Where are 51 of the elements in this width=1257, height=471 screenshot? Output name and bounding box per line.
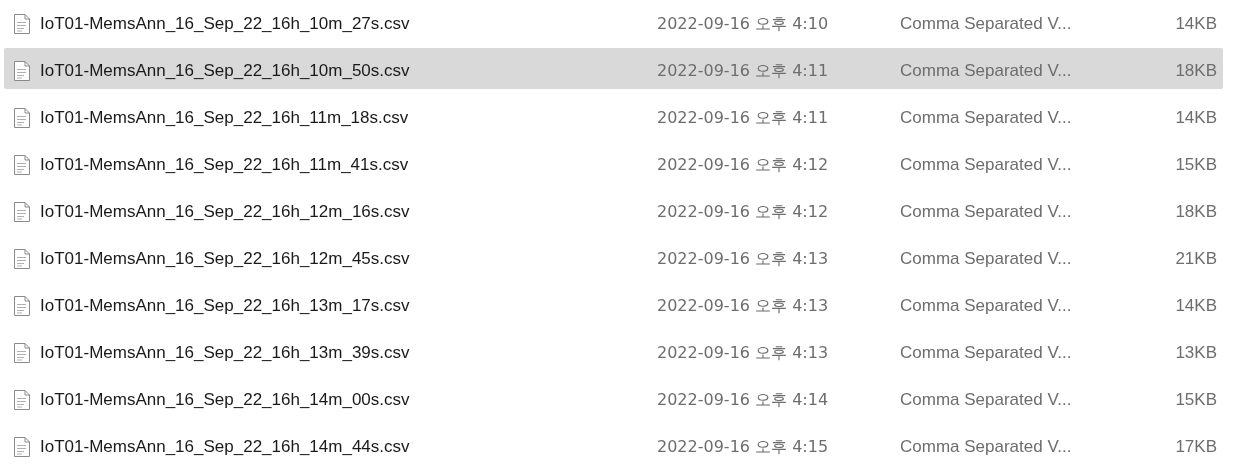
file-size: 17KB <box>1174 436 1217 459</box>
file-size: 21KB <box>1174 248 1217 271</box>
file-size: 18KB <box>1174 201 1217 224</box>
file-name: IoT01-MemsAnn_16_Sep_22_16h_11m_18s.csv <box>40 107 410 130</box>
file-size: 14KB <box>1174 295 1217 318</box>
modified-date: 2022-09-16 오후 4:11 <box>657 60 830 82</box>
file-type: Comma Separated V... <box>900 389 1073 412</box>
file-name: IoT01-MemsAnn_16_Sep_22_16h_10m_27s.csv <box>40 13 411 36</box>
file-name: IoT01-MemsAnn_16_Sep_22_16h_12m_16s.csv <box>40 201 411 224</box>
file-size: 13KB <box>1174 342 1217 365</box>
file-name: IoT01-MemsAnn_16_Sep_22_16h_14m_00s.csv <box>40 389 411 412</box>
file-size: 18KB <box>1174 60 1217 83</box>
document-icon <box>13 201 31 223</box>
file-size: 15KB <box>1174 389 1217 412</box>
document-icon <box>13 60 31 82</box>
file-size: 14KB <box>1174 13 1217 36</box>
file-name: IoT01-MemsAnn_16_Sep_22_16h_13m_39s.csv <box>40 342 411 365</box>
modified-date: 2022-09-16 오후 4:10 <box>657 13 830 35</box>
file-type: Comma Separated V... <box>900 13 1073 36</box>
file-type: Comma Separated V... <box>900 295 1073 318</box>
file-type: Comma Separated V... <box>900 107 1073 130</box>
document-icon <box>13 436 31 458</box>
modified-date: 2022-09-16 오후 4:14 <box>657 389 830 411</box>
file-type: Comma Separated V... <box>900 154 1073 177</box>
file-type: Comma Separated V... <box>900 201 1073 224</box>
modified-date: 2022-09-16 오후 4:13 <box>657 342 830 364</box>
document-icon <box>13 295 31 317</box>
file-type: Comma Separated V... <box>900 342 1073 365</box>
file-type: Comma Separated V... <box>900 436 1073 459</box>
file-name: IoT01-MemsAnn_16_Sep_22_16h_11m_41s.csv <box>40 154 410 177</box>
document-icon <box>13 154 31 176</box>
document-icon <box>13 342 31 364</box>
modified-date: 2022-09-16 오후 4:13 <box>657 295 830 317</box>
file-name: IoT01-MemsAnn_16_Sep_22_16h_14m_44s.csv <box>40 436 411 459</box>
modified-date: 2022-09-16 오후 4:12 <box>657 154 830 176</box>
file-name: IoT01-MemsAnn_16_Sep_22_16h_12m_45s.csv <box>40 248 411 271</box>
document-icon <box>13 389 31 411</box>
modified-date: 2022-09-16 오후 4:12 <box>657 201 830 223</box>
file-type: Comma Separated V... <box>900 248 1073 271</box>
file-size: 14KB <box>1174 107 1217 130</box>
file-type: Comma Separated V... <box>900 60 1073 83</box>
modified-date: 2022-09-16 오후 4:11 <box>657 107 830 129</box>
document-icon <box>13 248 31 270</box>
modified-date: 2022-09-16 오후 4:15 <box>657 436 830 458</box>
file-size: 15KB <box>1174 154 1217 177</box>
modified-date: 2022-09-16 오후 4:13 <box>657 248 830 270</box>
file-row[interactable]: IoT01-MemsAnn_16_Sep_22_16h_10m_50s.csv 2022-09-16 오후 4:11 Comma Separated V... 18KB <box>4 48 1223 89</box>
document-icon <box>13 107 31 129</box>
document-icon <box>13 13 31 35</box>
file-name: IoT01-MemsAnn_16_Sep_22_16h_10m_50s.csv <box>40 60 411 83</box>
file-name: IoT01-MemsAnn_16_Sep_22_16h_13m_17s.csv <box>40 295 411 318</box>
